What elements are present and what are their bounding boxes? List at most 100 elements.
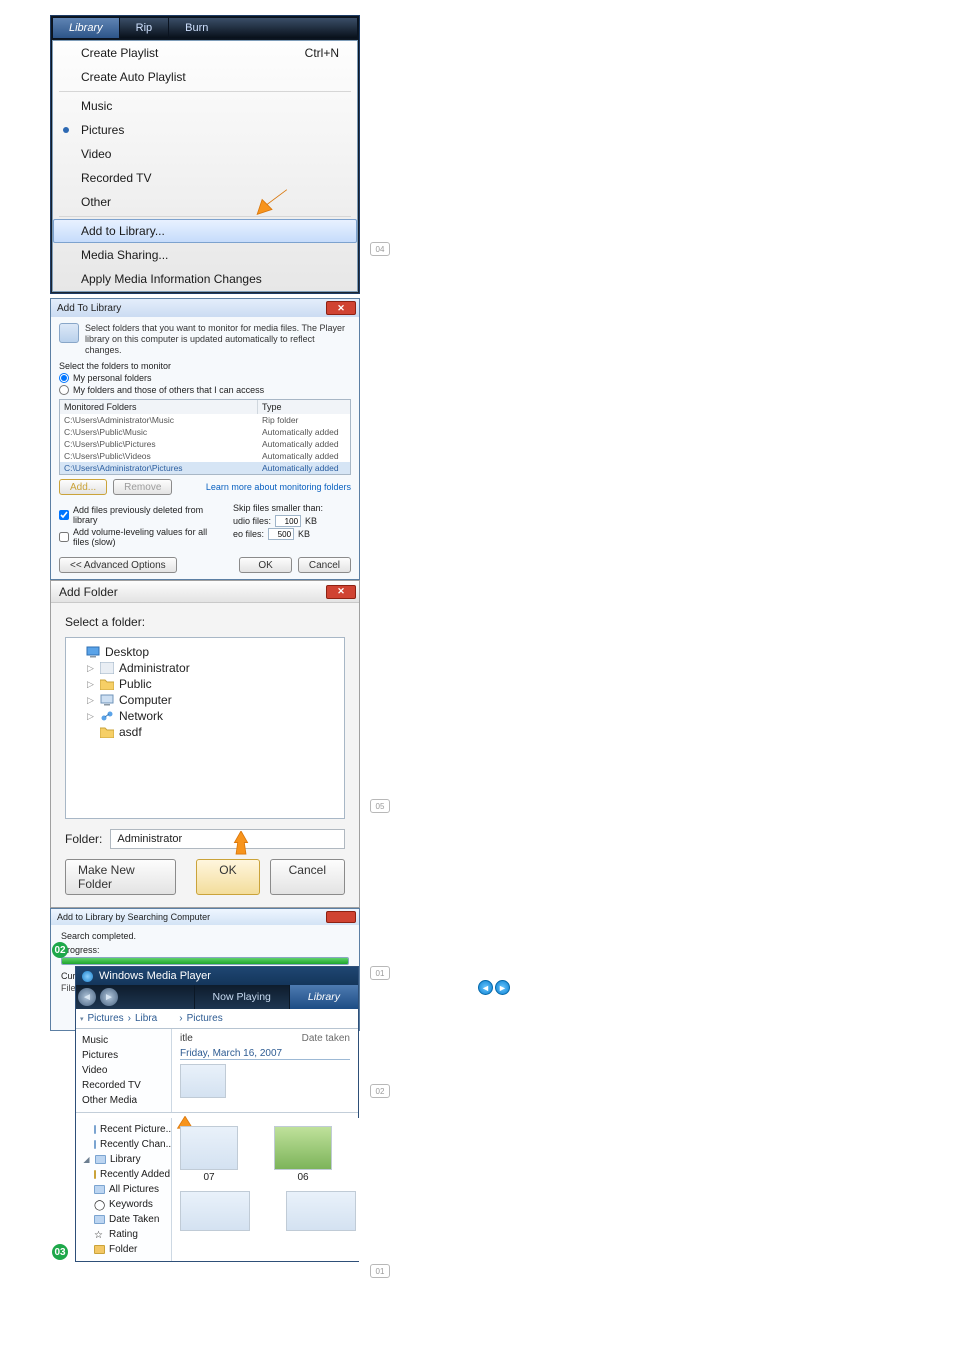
audio-size-input[interactable] [275,515,301,527]
chk-label: Add files previously deleted from librar… [73,505,213,525]
thumbnail[interactable] [286,1191,356,1231]
menu-recorded-tv[interactable]: Recorded TV [53,166,357,190]
tree-label[interactable]: Administrator [119,661,190,675]
menu-pictures[interactable]: Pictures [53,118,357,142]
user-icon [100,662,114,674]
tree-label[interactable]: asdf [119,725,142,739]
tree-label[interactable]: Public [119,677,152,691]
chevron-down-icon[interactable]: ▾ [80,1015,84,1023]
menu-music[interactable]: Music [53,94,357,118]
expander-icon[interactable]: ◢ [82,1155,91,1164]
advanced-options-button[interactable]: << Advanced Options [59,557,177,573]
remove-button[interactable]: Remove [113,479,172,495]
cancel-button[interactable]: Cancel [298,557,351,573]
learn-more-link[interactable]: Learn more about monitoring folders [206,482,351,492]
menu-other[interactable]: Other [53,190,357,214]
tree-label[interactable]: Desktop [105,645,149,659]
side-all-pictures[interactable]: All Pictures [76,1182,171,1197]
tab-burn[interactable]: Burn [168,18,224,38]
add-button[interactable]: Add... [59,479,107,495]
video-size-input[interactable] [268,528,294,540]
tree-label[interactable]: Computer [119,693,172,707]
expander-icon[interactable]: ▷ [86,695,95,706]
expander-icon[interactable]: ▷ [86,711,95,722]
side-date-taken[interactable]: Date Taken [76,1212,171,1227]
menu-tabbar: Library Rip Burn [52,17,358,39]
side-folder[interactable]: Folder [76,1242,171,1257]
crumb-item[interactable]: Pictures [187,1013,223,1024]
ok-button[interactable]: OK [239,557,291,573]
side-other-media[interactable]: Other Media [76,1093,171,1108]
chk-add-deleted[interactable]: Add files previously deleted from librar… [59,505,213,525]
computer-icon [100,694,114,706]
ok-button[interactable]: OK [196,859,259,895]
menu-label: Music [81,99,112,113]
side-keywords[interactable]: ◯Keywords [76,1197,171,1212]
side-library[interactable]: ◢Library [76,1152,171,1167]
side-video[interactable]: Video [76,1063,171,1078]
side-music[interactable]: Music [76,1033,171,1048]
menu-label: Pictures [81,123,124,137]
thumbnail[interactable] [180,1126,238,1170]
menu-apply-media-info[interactable]: Apply Media Information Changes [53,267,357,291]
back-button[interactable]: ◄ [78,988,96,1006]
wmp-sidebar2: Recent Picture... Recently Chan... ◢Libr… [76,1118,172,1261]
folder-name-field[interactable]: Administrator [110,829,345,849]
tab-now-playing[interactable]: Now Playing [194,985,289,1009]
breadcrumb[interactable]: ▾ Pictures› Libra › Pictures [76,1009,358,1029]
crumb-item[interactable]: Libra [135,1013,157,1024]
folder-tree[interactable]: Desktop ▷ Administrator ▷ Public ▷ Computer… [65,637,345,819]
radio-input[interactable] [59,385,69,395]
crumb-item[interactable]: Pictures [88,1013,124,1024]
cell-path[interactable]: C:\Users\Administrator\Pictures [60,462,258,474]
thumbnail[interactable] [180,1064,226,1098]
cell-path[interactable]: C:\Users\Public\Pictures [60,438,258,450]
side-recently-changed[interactable]: Recently Chan... [76,1137,171,1152]
radio-personal[interactable]: My personal folders [59,373,351,383]
menu-label: Create Playlist [81,46,158,60]
col-date[interactable]: Date taken [280,1033,350,1044]
chk-volume-level[interactable]: Add volume-leveling values for all files… [59,527,213,547]
progress-bar [61,957,349,965]
menu-media-sharing[interactable]: Media Sharing... [53,243,357,267]
side-recent-picture[interactable]: Recent Picture... [76,1122,171,1137]
tab-library[interactable]: Library [289,985,358,1009]
expander-icon[interactable]: ▷ [86,663,95,674]
tab-library[interactable]: Library [53,18,119,38]
menu-add-to-library[interactable]: Add to Library... [53,219,357,243]
side-rating[interactable]: ☆Rating [76,1227,171,1242]
radio-input[interactable] [59,373,69,383]
menu-video[interactable]: Video [53,142,357,166]
cancel-button[interactable]: Cancel [270,859,345,895]
side-pictures[interactable]: Pictures [76,1048,171,1063]
checkbox[interactable] [59,532,69,542]
close-button[interactable] [326,911,356,923]
cell-type: Automatically added [258,462,350,474]
forward-button[interactable]: ► [100,988,118,1006]
expander-icon[interactable]: ▷ [86,679,95,690]
tab-rip[interactable]: Rip [119,18,169,38]
tree-label[interactable]: Network [119,709,163,723]
make-new-folder-button[interactable]: Make New Folder [65,859,176,895]
thumbnail[interactable] [180,1191,250,1231]
nav-forward-icon[interactable]: ► [495,980,510,995]
side-recorded-tv[interactable]: Recorded TV [76,1078,171,1093]
thumbnail[interactable] [274,1126,332,1170]
network-icon [100,710,114,722]
col-title[interactable]: itle [180,1033,280,1044]
side-recently-added[interactable]: Recently Added [76,1167,171,1182]
close-button[interactable]: ✕ [326,585,356,599]
cell-path[interactable]: C:\Users\Administrator\Music [60,414,258,426]
date-group[interactable]: Friday, March 16, 2007 [180,1048,350,1060]
cell-path[interactable]: C:\Users\Public\Music [60,426,258,438]
close-button[interactable]: ✕ [326,301,356,315]
radio-label: My personal folders [73,373,152,383]
radio-others[interactable]: My folders and those of others that I ca… [59,385,351,395]
checkbox[interactable] [59,510,69,520]
cell-path[interactable]: C:\Users\Public\Videos [60,450,258,462]
tag-icon: ◯ [94,1200,105,1209]
menu-create-playlist[interactable]: Create Playlist Ctrl+N [53,41,357,65]
note-badge: 04 [370,242,390,256]
menu-create-auto-playlist[interactable]: Create Auto Playlist [53,65,357,89]
nav-back-icon[interactable]: ◄ [478,980,493,995]
